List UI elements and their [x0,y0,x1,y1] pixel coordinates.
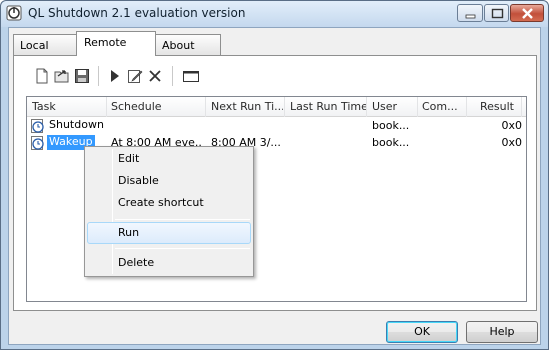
menu-separator [115,248,250,249]
context-menu: Edit Disable Create shortcut Run Delete [84,146,254,277]
column-header-schedule[interactable]: Schedule [111,100,201,113]
column-divider [106,97,107,117]
tab-about[interactable]: About [155,34,221,56]
column-header-comment[interactable]: Com... [422,100,462,113]
edit-task-icon[interactable] [127,68,143,84]
menu-item-create-shortcut[interactable]: Create shortcut [87,192,251,214]
tab-label: Remote [84,36,127,49]
tab-label: Local [20,39,49,52]
minimize-icon [465,14,476,19]
tab-local[interactable]: Local [13,34,77,56]
task-name: Shutdown [49,118,104,131]
menu-item-edit[interactable]: Edit [87,148,251,170]
list-header: Task Schedule Next Run Ti... Last Run Ti… [27,97,526,117]
result-cell: 0x0 [501,136,522,149]
menu-item-delete[interactable]: Delete [87,252,251,274]
window-title: QL Shutdown 2.1 evaluation version [28,6,246,20]
app-window: QL Shutdown 2.1 evaluation version Local… [0,0,549,350]
column-divider [521,97,522,117]
app-icon [6,5,22,21]
column-divider [466,97,467,117]
column-divider [417,97,418,117]
result-cell: 0x0 [501,119,522,132]
column-divider [205,97,206,117]
delete-task-icon[interactable] [147,68,163,84]
column-header-task[interactable]: Task [32,100,102,113]
user-cell: book... [372,136,410,149]
window-view-icon[interactable] [182,68,200,84]
close-icon [522,8,533,19]
save-icon[interactable] [74,68,90,84]
toolbar-separator [98,66,99,86]
new-task-icon[interactable] [34,68,50,84]
column-header-next-run[interactable]: Next Run Ti... [211,100,283,113]
column-divider [284,97,285,117]
task-clock-icon [31,119,44,133]
close-button[interactable] [510,4,544,22]
open-folder-icon[interactable] [54,68,70,84]
tab-label: About [162,39,195,52]
column-divider [366,97,367,117]
menu-separator [115,219,250,220]
run-task-icon[interactable] [107,68,123,84]
user-cell: book... [372,119,410,132]
table-row[interactable]: Shutdown book... 0x0 [27,118,526,135]
column-header-result[interactable]: Result [480,100,520,113]
minimize-button[interactable] [457,4,483,22]
maximize-button[interactable] [484,4,509,22]
column-header-user[interactable]: User [372,100,417,113]
ok-button[interactable]: OK [386,321,458,343]
menu-item-disable[interactable]: Disable [87,170,251,192]
title-bar[interactable]: QL Shutdown 2.1 evaluation version [1,1,548,27]
toolbar-separator [172,66,173,86]
menu-item-run[interactable]: Run [87,222,251,244]
task-clock-icon [31,136,44,150]
tab-remote[interactable]: Remote [76,31,156,56]
help-button[interactable]: Help [466,321,538,343]
column-header-last-run[interactable]: Last Run Time [290,100,366,113]
maximize-icon [491,8,504,19]
